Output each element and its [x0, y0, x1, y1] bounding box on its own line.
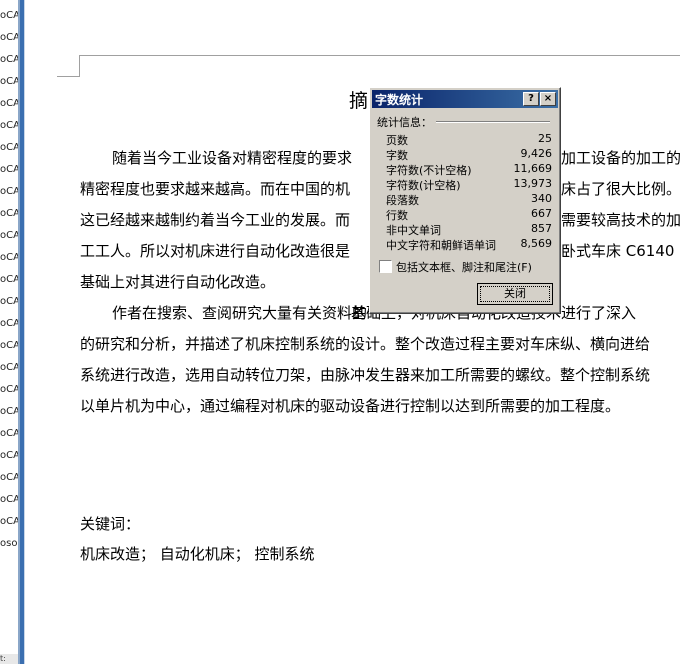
- stat-row: 段落数 340: [386, 192, 552, 207]
- stat-value: 667: [531, 207, 552, 220]
- stat-value: 9,426: [520, 147, 553, 160]
- stat-label: 非中文单词: [386, 224, 441, 237]
- paragraph-line: 精密程度也要求越来越高。而在中国的机: [80, 180, 351, 198]
- paragraph-line: 工工人。所以对机床进行自动化改造很是: [80, 242, 351, 260]
- margin-corner-mark-horizontal: [57, 76, 80, 77]
- keywords-label: 关键词：: [80, 515, 141, 533]
- keywords-text: 机床改造； 自动化机床； 控制系统: [80, 545, 315, 563]
- paragraph-line: 以单片机为中心，通过编程对机床的驱动设备进行控制以达到所需要的加工程度。: [80, 397, 621, 415]
- stat-label: 段落数: [386, 194, 419, 207]
- help-button[interactable]: ?: [523, 92, 539, 106]
- close-x-button[interactable]: ×: [540, 92, 556, 106]
- paragraph-line: 的研究和分析，并描述了机床控制系统的设计。整个改造过程主要对车床纵、横向进给: [80, 335, 651, 353]
- dialog-titlebar[interactable]: 字数统计 ? ×: [372, 90, 558, 108]
- stat-row: 字数 9,426: [386, 147, 552, 162]
- stat-label: 行数: [386, 209, 408, 222]
- stat-row: 非中文单词 857: [386, 222, 552, 237]
- stat-row: 字符数(不计空格) 11,669: [386, 162, 552, 177]
- abstract-title: 摘: [349, 90, 369, 112]
- section-divider: [436, 121, 550, 123]
- paragraph-fragment: 需要较高技术的加: [561, 211, 680, 229]
- paragraph-line: 随着当今工业设备对精密程度的要求: [112, 149, 353, 167]
- stat-label: 字符数(不计空格): [386, 164, 472, 177]
- statistics-section-label: 统计信息：: [377, 116, 432, 129]
- stat-label: 中文字符和朝鲜语单词: [386, 239, 496, 252]
- stat-row: 页数 25: [386, 132, 552, 147]
- word-count-dialog: 字数统计 ? × 统计信息： 页数 25 字数 9,426 字符数(不计空格) …: [369, 87, 561, 314]
- include-textboxes-checkbox[interactable]: [379, 260, 392, 273]
- paragraph-line: 这已经越来越制约着当今工业的发展。而: [80, 211, 351, 229]
- stat-label: 页数: [386, 134, 408, 147]
- close-button-label: 关闭: [504, 287, 526, 300]
- stat-value: 340: [531, 192, 552, 205]
- top-margin-line: [79, 55, 680, 56]
- stat-row: 行数 667: [386, 207, 552, 222]
- paragraph-fragment: 加工设备的加工的: [561, 149, 680, 167]
- margin-corner-mark: [79, 55, 80, 76]
- stat-value: 13,973: [513, 177, 553, 190]
- paragraph-line: 基础上对其进行自动化改造。: [80, 273, 276, 291]
- paragraph-line: 作者在搜索、查阅研究大量有关资料的: [112, 304, 368, 322]
- paragraph-fragment: 卧式车床 C6140 的: [561, 242, 680, 260]
- dialog-title: 字数统计: [375, 93, 424, 107]
- stat-value: 8,569: [520, 237, 553, 250]
- include-textboxes-label[interactable]: 包括文本框、脚注和尾注(F): [396, 259, 532, 275]
- stat-value: 25: [538, 132, 552, 145]
- stat-row: 字符数(计空格) 13,973: [386, 177, 552, 192]
- paragraph-fragment: 床占了很大比例。: [561, 180, 680, 198]
- stat-value: 857: [531, 222, 552, 235]
- paragraph-line: 系统进行改造，选用自动转位刀架，由脉冲发生器来加工所需要的螺纹。整个控制系统: [80, 366, 651, 384]
- stat-row: 中文字符和朝鲜语单词 8,569: [386, 237, 552, 252]
- stat-label: 字数: [386, 149, 408, 162]
- stat-value: 11,669: [513, 162, 553, 175]
- close-button[interactable]: 关闭: [477, 283, 553, 305]
- stat-label: 字符数(计空格): [386, 179, 461, 192]
